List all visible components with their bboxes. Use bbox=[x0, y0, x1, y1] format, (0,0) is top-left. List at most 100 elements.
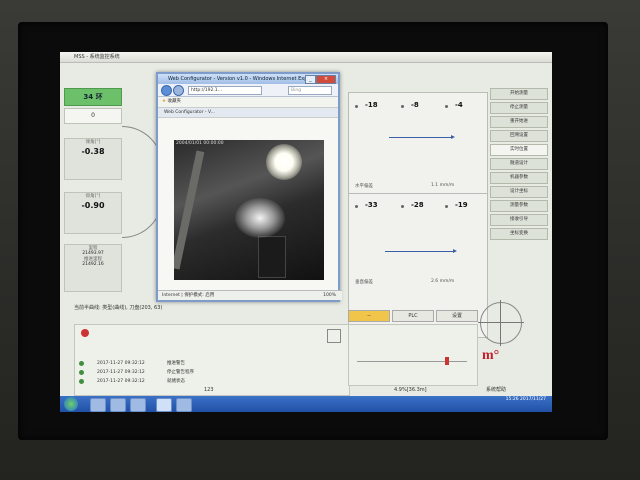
browser-titlebar[interactable]: Web Configurator - Version v1.0 - Window… bbox=[158, 74, 338, 84]
help-button[interactable]: 系统帮助 bbox=[486, 386, 506, 394]
folder-icon[interactable] bbox=[110, 398, 126, 412]
slider-track[interactable] bbox=[357, 361, 467, 362]
menu-backtrack[interactable]: 回溯设置 bbox=[490, 130, 548, 142]
app-icon[interactable] bbox=[156, 398, 172, 412]
pitch-value: -0.38 bbox=[81, 147, 105, 156]
h-dev-unit: 1.1 mm/m bbox=[431, 183, 455, 188]
minimize-button[interactable]: _ bbox=[305, 75, 316, 84]
info-icon bbox=[79, 361, 84, 366]
star-icon[interactable]: ★ bbox=[162, 99, 166, 104]
counter-value: 0 bbox=[64, 108, 122, 124]
log-time: 2017-11-27 09:32:12 bbox=[97, 361, 145, 366]
v-dev-caption: 垂直偏差 bbox=[355, 280, 373, 285]
browser-toolbar: http://192.1... Bing bbox=[158, 84, 338, 97]
h-dev-rear: -4 bbox=[455, 101, 463, 109]
log-text: 推进警告 bbox=[167, 361, 185, 366]
divider bbox=[349, 193, 487, 194]
h-dev-mid: -8 bbox=[411, 101, 419, 109]
media-icon[interactable] bbox=[130, 398, 146, 412]
zoom-level[interactable]: 100% bbox=[323, 291, 336, 300]
point-icon bbox=[445, 205, 448, 208]
start-icon[interactable] bbox=[64, 397, 78, 411]
tab-plc[interactable]: PLC bbox=[392, 310, 434, 322]
status-column: 34 环 0 倾角[°] -0.38 仰角[°] -0.90 里程 21493.… bbox=[64, 66, 122, 342]
camera-timestamp: 2004/01/01 00:00:00 bbox=[176, 141, 224, 146]
menu-coord-transform[interactable]: 坐标变换 bbox=[490, 228, 548, 240]
command-menu: 开始测量 停止测量 重开始进 回溯设置 实时位置 隧道设计 机器参数 设计坐标 … bbox=[490, 88, 548, 336]
pitch-label: 倾角[°] bbox=[85, 140, 101, 145]
h-trend-arrow bbox=[389, 135, 455, 139]
info-icon bbox=[79, 379, 84, 384]
log-time: 2017-11-27 09:32:12 bbox=[97, 379, 145, 384]
footer-center: 123 bbox=[204, 387, 214, 393]
screen: MSS - 系统监控系统 34 环 0 倾角[°] -0.38 仰角[°] -0… bbox=[60, 52, 552, 412]
point-icon bbox=[355, 105, 358, 108]
browser-title: Web Configurator - Version v1.0 - Window… bbox=[168, 76, 319, 82]
log-text: 停止警告程序 bbox=[167, 370, 194, 375]
roll-label: 仰角[°] bbox=[85, 194, 101, 199]
slider-handle[interactable] bbox=[445, 357, 449, 365]
point-icon bbox=[445, 105, 448, 108]
favorites-label[interactable]: 收藏夹 bbox=[167, 99, 181, 104]
address-bar[interactable]: http://192.1... bbox=[188, 86, 262, 95]
log-row: 2017-11-27 09:32:12 停止警告程序 bbox=[75, 368, 349, 377]
ring-count-badge: 34 环 bbox=[64, 88, 122, 106]
app-title: MSS - 系统监控系统 bbox=[74, 54, 120, 60]
odometer-box: 里程 21493.97 推进里程 21492.16 bbox=[64, 244, 122, 292]
menu-tunnel-design[interactable]: 隧道设计 bbox=[490, 158, 548, 170]
tunnel-beam bbox=[174, 150, 205, 270]
tab-settings[interactable]: 设置 bbox=[436, 310, 478, 322]
taskbar: 15:26 2017/11/27 bbox=[60, 396, 552, 412]
zone-status: Internet | 保护模式: 启用 bbox=[162, 293, 215, 298]
v-dev-unit: 2.6 mm/m bbox=[431, 279, 455, 284]
footer-position: 4.9%[36.3m] bbox=[394, 387, 427, 393]
menu-start-measure[interactable]: 开始测量 bbox=[490, 88, 548, 100]
menu-stop-measure[interactable]: 停止测量 bbox=[490, 102, 548, 114]
grid-icon[interactable] bbox=[327, 329, 341, 343]
light-flare bbox=[266, 144, 302, 180]
system-clock[interactable]: 15:26 2017/11/27 bbox=[506, 397, 546, 403]
roll-value: -0.90 bbox=[81, 201, 105, 210]
browser-statusbar: Internet | 保护模式: 启用 100% bbox=[158, 290, 342, 300]
menu-measure-params[interactable]: 测量参数 bbox=[490, 200, 548, 212]
position-slider-panel bbox=[348, 324, 478, 386]
v-dev-mid: -28 bbox=[411, 201, 424, 209]
screen-glare bbox=[235, 198, 285, 238]
h-dev-front: -18 bbox=[365, 101, 378, 109]
menu-realtime-position[interactable]: 实时位置 bbox=[490, 144, 548, 156]
monitor: MSS - 系统监控系统 34 环 0 倾角[°] -0.38 仰角[°] -0… bbox=[0, 0, 640, 480]
menu-receive-guide[interactable]: 接收引导 bbox=[490, 214, 548, 226]
menu-design-coords[interactable]: 设计坐标 bbox=[490, 186, 548, 198]
point-icon bbox=[401, 205, 404, 208]
point-icon bbox=[401, 105, 404, 108]
machine-rail bbox=[258, 236, 286, 278]
v-trend-arrow bbox=[385, 249, 457, 253]
log-text: 就绪状态 bbox=[167, 379, 185, 384]
menu-restart[interactable]: 重开始进 bbox=[490, 116, 548, 128]
back-icon[interactable] bbox=[161, 85, 172, 96]
roll-box: 仰角[°] -0.90 bbox=[64, 192, 122, 234]
browser-task-icon[interactable] bbox=[176, 398, 192, 412]
browser-window[interactable]: Web Configurator - Version v1.0 - Window… bbox=[156, 72, 342, 302]
h-dev-caption: 水平偏差 bbox=[355, 184, 373, 189]
browser-tab[interactable]: Web Configurator - V... bbox=[158, 108, 338, 118]
ie-icon[interactable] bbox=[90, 398, 106, 412]
info-icon bbox=[79, 370, 84, 375]
v-dev-front: -33 bbox=[365, 201, 378, 209]
v-dev-rear: -19 bbox=[455, 201, 468, 209]
company-logo: m° bbox=[482, 348, 500, 363]
pitch-box: 倾角[°] -0.38 bbox=[64, 138, 122, 180]
search-input[interactable]: Bing bbox=[288, 86, 332, 95]
tab-overview[interactable]: -- bbox=[348, 310, 390, 322]
bottom-tabs: -- PLC 设置 bbox=[348, 310, 498, 322]
advance-value: 21492.16 bbox=[82, 262, 104, 267]
log-row: 2017-11-27 09:32:12 就绪状态 bbox=[75, 377, 349, 386]
log-time: 2017-11-27 09:32:12 bbox=[97, 370, 145, 375]
forward-icon[interactable] bbox=[173, 85, 184, 96]
app-titlebar: MSS - 系统监控系统 bbox=[60, 52, 552, 63]
point-icon bbox=[355, 205, 358, 208]
close-button[interactable]: × bbox=[316, 75, 336, 84]
footer-bar: 123 4.9%[36.3m] 系统帮助 bbox=[74, 386, 544, 394]
menu-machine-params[interactable]: 机器参数 bbox=[490, 172, 548, 184]
alarm-icon bbox=[81, 329, 89, 337]
